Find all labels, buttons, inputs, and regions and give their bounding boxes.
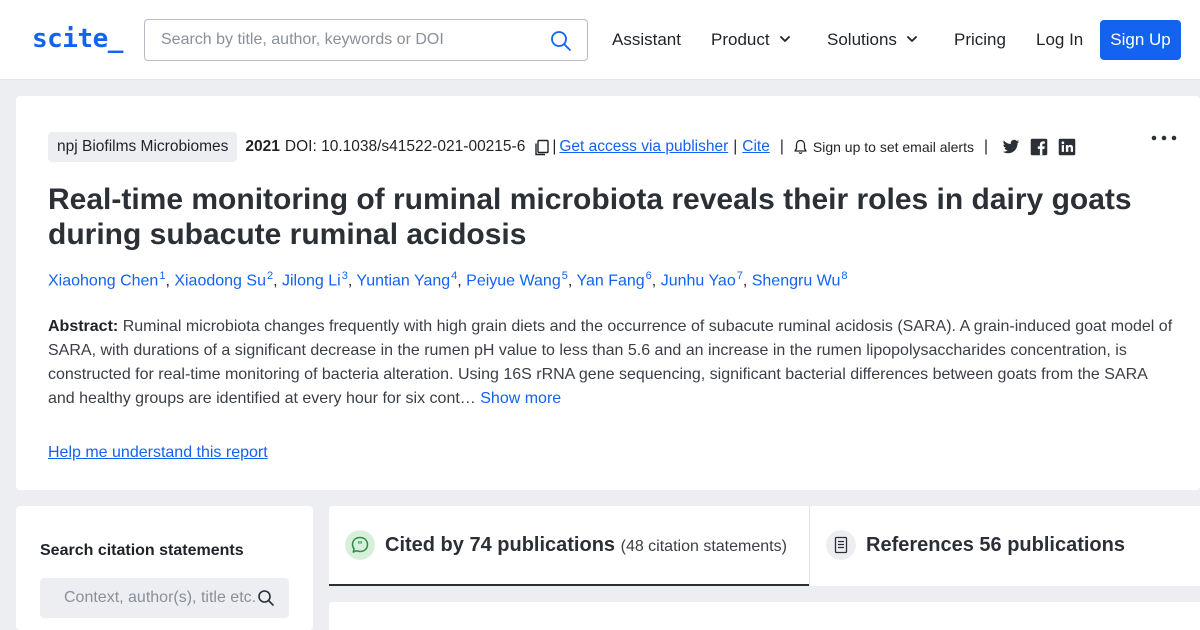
top-header: scite_ Assistant Product Solutions Prici… bbox=[0, 0, 1200, 80]
citation-results-panel bbox=[329, 602, 1200, 630]
author-link[interactable]: Peiyue Wang bbox=[466, 272, 561, 289]
nav-product-label: Product bbox=[711, 30, 770, 49]
citation-search-input[interactable] bbox=[64, 578, 260, 618]
author-link[interactable]: Jilong Li bbox=[282, 272, 341, 289]
author-link[interactable]: Shengru Wu bbox=[752, 272, 841, 289]
cite-link[interactable]: Cite bbox=[742, 138, 770, 156]
email-alerts-link[interactable]: Sign up to set email alerts bbox=[813, 139, 974, 155]
tab-cited-by-label: Cited by 74 publications (48 citation st… bbox=[385, 534, 787, 557]
meta-separator: | bbox=[779, 138, 784, 155]
signup-button[interactable]: Sign Up bbox=[1100, 20, 1181, 60]
chevron-down-icon bbox=[907, 36, 917, 42]
chevron-down-icon bbox=[779, 36, 790, 42]
abstract-label: Abstract: bbox=[48, 318, 119, 335]
linkedin-icon[interactable] bbox=[1058, 138, 1076, 156]
author-list: Xiaohong Chen1, Xiaodong Su2, Jilong Li3… bbox=[48, 270, 848, 290]
publication-year: 2021 bbox=[245, 138, 280, 155]
main-search-input[interactable] bbox=[161, 20, 541, 60]
meta-separator: | bbox=[733, 138, 738, 155]
cited-by-count: Cited by 74 publications bbox=[385, 534, 616, 556]
citation-quote-icon: " bbox=[345, 530, 375, 560]
search-icon[interactable] bbox=[549, 29, 573, 53]
show-more-link[interactable]: Show more bbox=[480, 390, 561, 407]
doi-text: DOI: 10.1038/s41522-021-00215-6 bbox=[284, 138, 526, 155]
login-link[interactable]: Log In bbox=[1036, 30, 1083, 50]
meta-separator: | bbox=[552, 138, 557, 155]
nav-assistant[interactable]: Assistant bbox=[612, 30, 681, 50]
document-icon bbox=[826, 530, 856, 560]
journal-badge[interactable]: npj Biofilms Microbiomes bbox=[48, 132, 238, 162]
more-options-icon[interactable] bbox=[1150, 134, 1178, 142]
nav-pricing[interactable]: Pricing bbox=[954, 30, 1006, 50]
citation-tabs: " Cited by 74 publications (48 citation … bbox=[329, 506, 1200, 586]
author-affiliation-number: 8 bbox=[841, 270, 848, 282]
meta-separator: | bbox=[983, 138, 988, 155]
citation-statements-count: (48 citation statements) bbox=[620, 538, 787, 555]
facebook-icon[interactable] bbox=[1030, 138, 1048, 156]
article-title: Real-time monitoring of ruminal microbio… bbox=[48, 183, 1132, 251]
author-link[interactable]: Junhu Yao bbox=[661, 272, 736, 289]
citation-search-heading: Search citation statements bbox=[40, 542, 244, 559]
author-separator: , bbox=[742, 272, 752, 290]
citation-search-panel: Search citation statements bbox=[16, 506, 313, 630]
get-access-link[interactable]: Get access via publisher bbox=[559, 138, 728, 156]
svg-text:": " bbox=[357, 541, 362, 552]
abstract: Abstract: Ruminal microbiota changes fre… bbox=[48, 315, 1178, 411]
search-icon[interactable] bbox=[257, 589, 275, 607]
citation-search-box[interactable] bbox=[40, 578, 289, 618]
nav-solutions-label: Solutions bbox=[827, 30, 897, 49]
help-understand-link[interactable]: Help me understand this report bbox=[48, 444, 268, 462]
author-link[interactable]: Yan Fang bbox=[576, 272, 644, 289]
abstract-text: Ruminal microbiota changes frequently wi… bbox=[48, 318, 1173, 407]
article-card: npj Biofilms Microbiomes 2021 DOI: 10.10… bbox=[16, 96, 1200, 490]
copy-icon[interactable] bbox=[533, 139, 550, 156]
author-separator: , bbox=[165, 272, 175, 290]
author-link[interactable]: Xiaohong Chen bbox=[48, 272, 158, 289]
author-separator: , bbox=[273, 272, 282, 290]
tab-cited-by[interactable]: " Cited by 74 publications (48 citation … bbox=[329, 506, 809, 586]
article-meta-row: npj Biofilms Microbiomes 2021 DOI: 10.10… bbox=[48, 132, 1076, 162]
scite-logo[interactable]: scite_ bbox=[32, 24, 123, 54]
tab-references[interactable]: References 56 publications bbox=[809, 506, 1200, 586]
references-count: References 56 publications bbox=[866, 534, 1125, 556]
author-link[interactable]: Yuntian Yang bbox=[356, 272, 450, 289]
author-separator: , bbox=[457, 272, 467, 290]
twitter-icon[interactable] bbox=[1002, 138, 1020, 156]
bell-icon[interactable] bbox=[793, 139, 808, 155]
author-separator: , bbox=[651, 272, 661, 290]
author-link[interactable]: Xiaodong Su bbox=[174, 272, 266, 289]
nav-solutions[interactable]: Solutions bbox=[827, 30, 919, 50]
nav-product[interactable]: Product bbox=[711, 30, 792, 50]
main-search-box[interactable] bbox=[144, 19, 588, 61]
